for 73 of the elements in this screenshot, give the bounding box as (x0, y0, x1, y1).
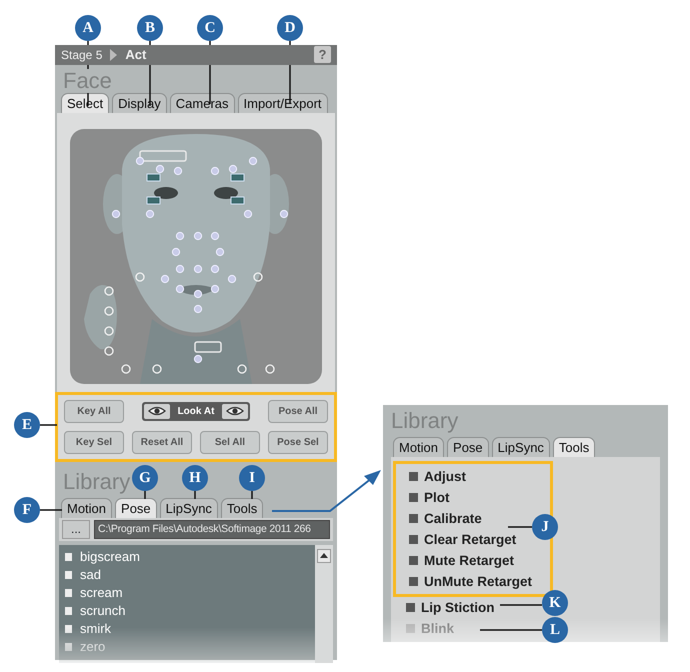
look-at-label: Look At (176, 404, 216, 418)
callout-marker: D (277, 15, 303, 41)
control-button[interactable]: Sel All (200, 430, 260, 454)
pose-label[interactable]: scrunch (80, 602, 126, 620)
leader-line (500, 604, 542, 606)
tab[interactable]: Cameras (170, 92, 235, 112)
scroll-up-button[interactable] (317, 548, 331, 562)
scrollbar[interactable] (315, 544, 333, 662)
tab[interactable]: Motion (393, 437, 444, 457)
tab[interactable]: LipSync (160, 498, 218, 518)
browse-button[interactable]: ... (62, 520, 90, 538)
callout-marker: B (137, 15, 163, 41)
tool-item[interactable]: Adjust (424, 466, 466, 487)
leader-line (251, 491, 253, 499)
breadcrumb-item[interactable]: Act (125, 45, 146, 64)
leader-line (40, 509, 62, 511)
tool-square-icon (409, 577, 418, 586)
tab[interactable]: Tools (220, 498, 264, 518)
caret-up-icon (320, 553, 328, 558)
leader-line (480, 629, 542, 631)
eye-icon (148, 406, 166, 416)
pose-label[interactable]: bigscream (80, 548, 140, 566)
path-field[interactable]: C:\Program Files\Autodesk\Softimage 2011 266 (94, 520, 330, 538)
control-button[interactable]: Pose Sel (268, 430, 328, 454)
control-button[interactable]: Key All (64, 400, 124, 422)
leader-line (144, 491, 146, 499)
tool-square-icon (406, 624, 415, 633)
control-button[interactable]: Key Sel (64, 430, 124, 454)
callout-marker: A (75, 15, 101, 41)
tool-item[interactable]: Calibrate (424, 508, 482, 529)
callout-marker: E (14, 412, 40, 438)
tool-square-icon (409, 535, 418, 544)
tab[interactable]: Pose (447, 437, 489, 457)
pose-square-icon (65, 642, 72, 650)
tab[interactable]: Tools (552, 437, 596, 457)
pose-square-icon (65, 570, 72, 578)
tab[interactable]: Select (61, 92, 110, 112)
look-at-control[interactable]: Look At (142, 402, 250, 420)
control-button[interactable]: Reset All (132, 430, 192, 454)
leader-line (194, 491, 196, 499)
tool-square-icon (409, 493, 418, 502)
tool-square-icon (409, 472, 418, 481)
pose-label[interactable]: smirk (80, 620, 112, 638)
tool-item[interactable]: Clear Retarget (424, 529, 516, 550)
eye-button[interactable] (144, 404, 170, 418)
control-button[interactable]: Pose All (268, 400, 328, 422)
tool-square-icon (406, 603, 415, 612)
tool-item[interactable]: UnMute Retarget (424, 571, 532, 592)
tool-square-icon (409, 556, 418, 565)
tool-square-icon (409, 514, 418, 523)
tab[interactable]: Pose (115, 498, 157, 518)
tab[interactable]: Display (112, 92, 167, 112)
tab[interactable]: LipSync (492, 437, 550, 457)
pose-square-icon (65, 588, 72, 596)
eye-icon (226, 406, 244, 416)
tool-item: Blink (421, 620, 454, 638)
callout-marker: C (197, 15, 223, 41)
tab[interactable]: Import/Export (238, 92, 328, 112)
pose-square-icon (65, 624, 72, 632)
callout-marker: F (14, 497, 40, 523)
leader-line (40, 424, 57, 426)
eye-button[interactable] (222, 404, 248, 418)
leader-line (508, 526, 532, 528)
breadcrumb-arrow-icon (110, 48, 118, 61)
tab[interactable]: Motion (61, 498, 112, 518)
tool-item[interactable]: Lip Stiction (421, 597, 494, 618)
pose-square-icon (65, 606, 72, 614)
pose-square-icon (65, 552, 72, 560)
tool-item[interactable]: Plot (424, 487, 450, 508)
breadcrumb-item[interactable]: Stage 5 (61, 46, 102, 64)
pose-label[interactable]: scream (80, 584, 123, 602)
pose-label[interactable]: sad (80, 566, 101, 584)
tool-item[interactable]: Mute Retarget (424, 550, 514, 571)
